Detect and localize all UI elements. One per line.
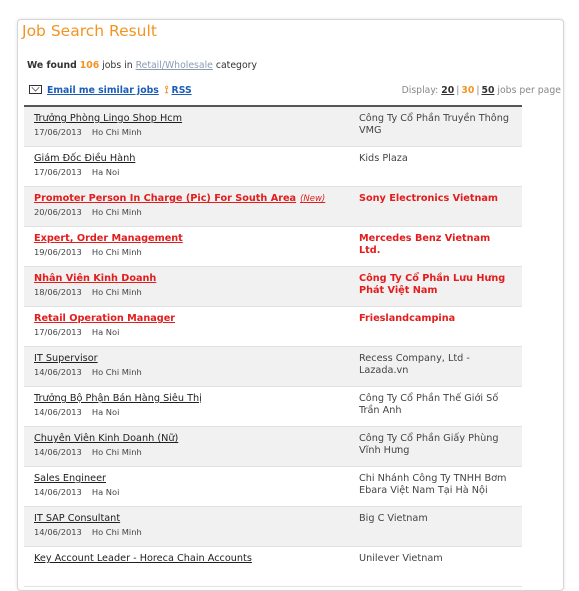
job-meta <box>34 567 44 577</box>
job-row: Giám Đốc Điều Hành 17/06/2013 Ha Noi Kids P… <box>24 147 522 187</box>
job-city: Ha Noi <box>91 407 120 417</box>
job-title-link[interactable]: Promoter Person In Charge (Pic) For Sout… <box>34 193 325 204</box>
company-name[interactable]: Big C Vietnam <box>359 513 509 525</box>
display-per-page: Display: 20 | 30 | 50 jobs per page <box>401 85 561 96</box>
job-meta: 14/06/2013 Ha Noi <box>34 407 119 417</box>
display-option-30: 30 <box>461 85 475 96</box>
summary-middle: jobs in <box>102 60 133 71</box>
job-city: Ha Noi <box>91 327 120 337</box>
display-option-50[interactable]: 50 <box>481 85 494 96</box>
company-name[interactable]: Kids Plaza <box>359 153 509 165</box>
result-tools: Email me similar jobs ⟟ RSS <box>29 85 192 96</box>
job-city: Ho Chi Minh <box>91 287 142 297</box>
job-row: Trưởng Phòng Lingo Shop Hcm 17/06/2013 Ho … <box>24 107 522 147</box>
job-title-link[interactable]: Key Account Leader - Horeca Chain Accoun… <box>34 553 252 564</box>
job-city: Ho Chi Minh <box>91 367 142 377</box>
job-date: 20/06/2013 <box>34 207 82 217</box>
email-similar-jobs-link[interactable]: Email me similar jobs <box>47 85 159 96</box>
job-date: 17/06/2013 <box>34 327 82 337</box>
job-meta: 18/06/2013 Ho Chi Minh <box>34 287 142 297</box>
job-city: Ho Chi Minh <box>91 447 142 457</box>
job-title-link[interactable]: IT SAP Consultant <box>34 513 120 524</box>
result-summary: We found 106 jobs in Retail/Wholesale ca… <box>27 60 257 71</box>
job-meta: 17/06/2013 Ha Noi <box>34 167 119 177</box>
job-date: 18/06/2013 <box>34 287 82 297</box>
job-row: Nhân Viên Kinh Doanh 18/06/2013 Ho Chi Min… <box>24 267 522 307</box>
job-title-link[interactable]: Giám Đốc Điều Hành <box>34 153 135 164</box>
company-name[interactable]: Công Ty Cổ Phần Giấy Phùng Vĩnh Hưng <box>359 433 509 457</box>
company-name[interactable]: Sony Electronics Vietnam <box>359 193 509 205</box>
company-name[interactable]: Unilever Vietnam <box>359 553 509 565</box>
company-name[interactable]: Recess Company, Ltd - Lazada.vn <box>359 353 509 377</box>
display-suffix: jobs per page <box>497 85 561 96</box>
job-title-link[interactable]: Retail Operation Manager <box>34 313 175 324</box>
job-title-link[interactable]: Expert, Order Management <box>34 233 183 244</box>
rss-icon: ⟟ <box>164 85 169 96</box>
job-title-link[interactable]: Trưởng Bộ Phận Bán Hàng Siêu Thị <box>34 393 202 404</box>
job-meta: 14/06/2013 Ho Chi Minh <box>34 367 142 377</box>
job-row: Expert, Order Management 19/06/2013 Ho Chi… <box>24 227 522 267</box>
job-city: Ha Noi <box>91 167 120 177</box>
new-badge: (New) <box>300 194 326 204</box>
job-title-link[interactable]: Sales Engineer <box>34 473 106 484</box>
job-meta: 14/06/2013 Ho Chi Minh <box>34 527 142 537</box>
job-date: 14/06/2013 <box>34 527 82 537</box>
job-row: Promoter Person In Charge (Pic) For Sout… <box>24 187 522 227</box>
company-name[interactable]: Công Ty Cổ Phần Thế Giới Số Trần Anh <box>359 393 509 417</box>
job-row: Chuyên Viên Kinh Doanh (Nữ) 14/06/2013 Ho … <box>24 427 522 467</box>
job-list: Trưởng Phòng Lingo Shop Hcm 17/06/2013 Ho … <box>24 105 522 587</box>
company-name[interactable]: Công Ty Cổ Phần Lưu Hưng Phát Việt Nam <box>359 273 509 297</box>
job-date: 17/06/2013 <box>34 167 82 177</box>
job-date: 14/06/2013 <box>34 407 82 417</box>
company-name[interactable]: Công Ty Cổ Phần Truyền Thông VMG <box>359 113 509 137</box>
job-city: Ho Chi Minh <box>91 527 142 537</box>
job-date: 14/06/2013 <box>34 367 82 377</box>
job-row: Key Account Leader - Horeca Chain Accoun… <box>24 547 522 587</box>
email-icon <box>29 85 42 94</box>
job-row: Trưởng Bộ Phận Bán Hàng Siêu Thị 14/06/20… <box>24 387 522 427</box>
job-title-link[interactable]: IT Supervisor <box>34 353 98 364</box>
job-meta: 19/06/2013 Ho Chi Minh <box>34 247 142 257</box>
company-name[interactable]: Chi Nhánh Công Ty TNHH Bơm Ebara Việt Na… <box>359 473 509 497</box>
rss-link[interactable]: RSS <box>172 85 192 96</box>
summary-prefix: We found <box>27 60 77 71</box>
job-title-link[interactable]: Chuyên Viên Kinh Doanh (Nữ) <box>34 433 178 444</box>
job-meta: 14/06/2013 Ha Noi <box>34 487 119 497</box>
job-date: 14/06/2013 <box>34 447 82 457</box>
job-row: Retail Operation Manager 17/06/2013 Ha Noi… <box>24 307 522 347</box>
summary-suffix: category <box>215 60 257 71</box>
job-title-link[interactable]: Trưởng Phòng Lingo Shop Hcm <box>34 113 182 124</box>
job-meta: 14/06/2013 Ho Chi Minh <box>34 447 142 457</box>
display-label: Display: <box>401 85 439 96</box>
company-name[interactable]: Mercedes Benz Vietnam Ltd. <box>359 233 509 257</box>
job-city: Ha Noi <box>91 487 120 497</box>
job-row: IT SAP Consultant 14/06/2013 Ho Chi Minh Bi… <box>24 507 522 547</box>
job-row: IT Supervisor 14/06/2013 Ho Chi Minh Recess… <box>24 347 522 387</box>
job-date: 14/06/2013 <box>34 487 82 497</box>
page-title: Job Search Result <box>22 22 157 40</box>
job-city: Ho Chi Minh <box>91 207 142 217</box>
job-city: Ho Chi Minh <box>91 127 142 137</box>
company-name[interactable]: Frieslandcampina <box>359 313 509 325</box>
job-city: Ho Chi Minh <box>91 247 142 257</box>
job-title-link[interactable]: Nhân Viên Kinh Doanh <box>34 273 156 284</box>
job-meta: 17/06/2013 Ho Chi Minh <box>34 127 142 137</box>
category-link[interactable]: Retail/Wholesale <box>136 60 213 71</box>
job-date: 19/06/2013 <box>34 247 82 257</box>
job-date: 17/06/2013 <box>34 127 82 137</box>
job-row: Sales Engineer 14/06/2013 Ha Noi Chi Nhánh … <box>24 467 522 507</box>
job-meta: 20/06/2013 Ho Chi Minh <box>34 207 142 217</box>
job-meta: 17/06/2013 Ha Noi <box>34 327 119 337</box>
display-option-20[interactable]: 20 <box>441 85 454 96</box>
job-count: 106 <box>79 60 100 71</box>
